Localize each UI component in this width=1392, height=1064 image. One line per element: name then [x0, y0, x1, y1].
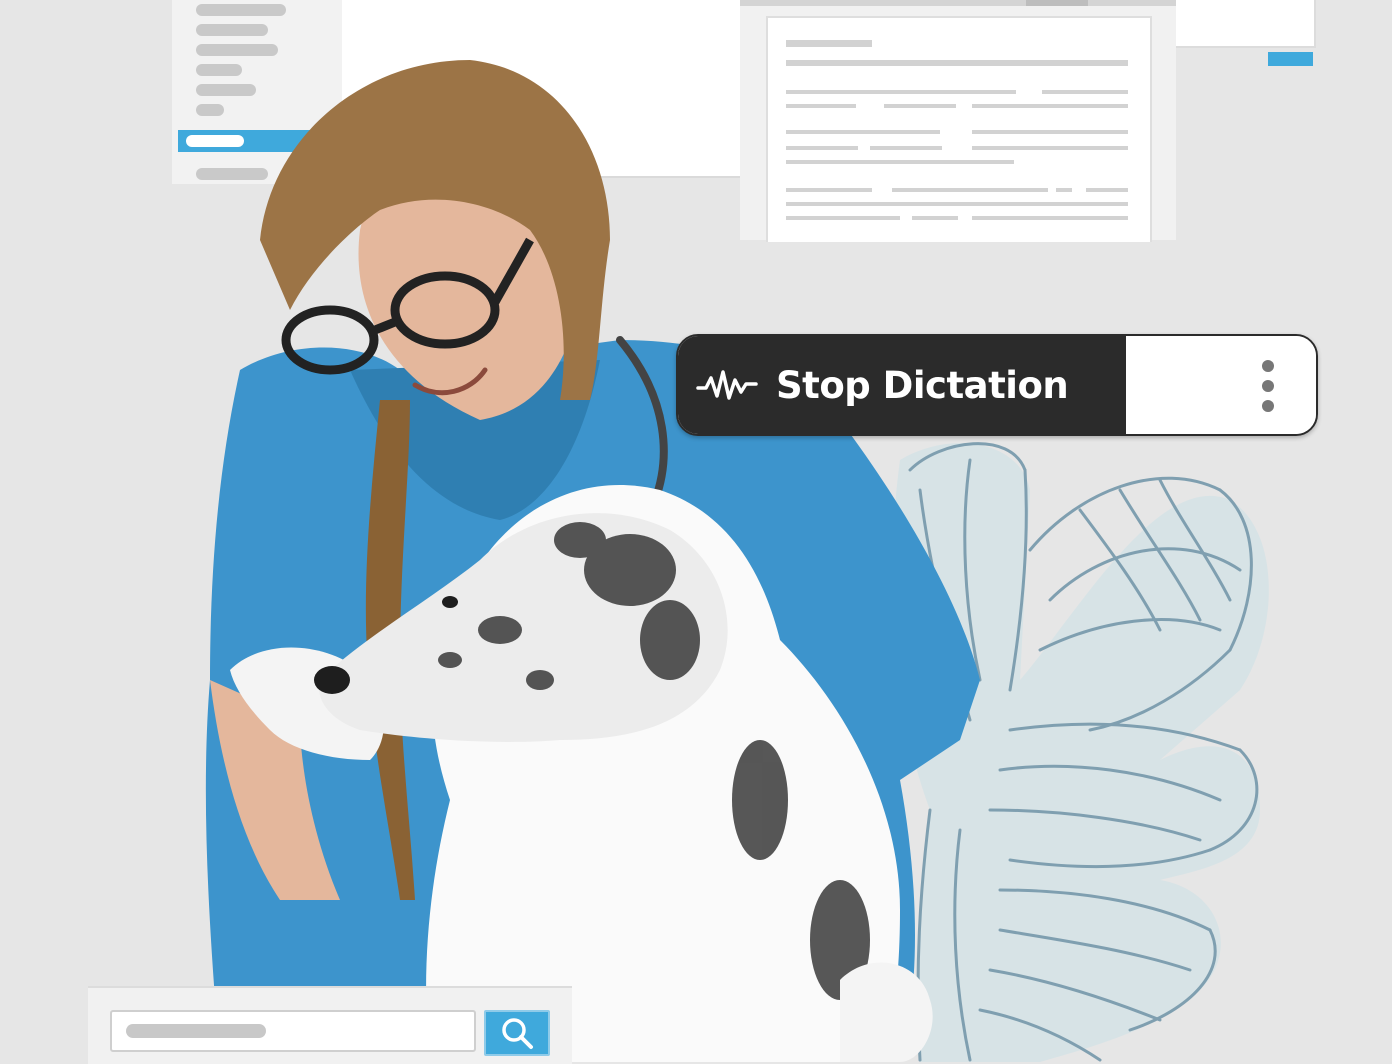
- search-button[interactable]: [484, 1010, 550, 1056]
- sidebar-skeleton-line: [196, 4, 286, 16]
- stop-dictation-bar[interactable]: Stop Dictation: [676, 334, 1318, 436]
- right-mock-accent: [1268, 52, 1313, 66]
- stop-dictation-label: Stop Dictation: [776, 363, 1069, 407]
- search-mock-panel: [88, 986, 572, 1064]
- right-mock-panel: [1176, 0, 1316, 48]
- sidebar-skeleton-line: [196, 24, 268, 36]
- waveform-icon: [696, 370, 758, 400]
- kebab-menu-icon[interactable]: [1260, 360, 1276, 412]
- search-input[interactable]: [110, 1010, 476, 1052]
- search-placeholder-skeleton: [126, 1024, 266, 1038]
- veterinarian-with-dog-photo: [205, 60, 980, 1062]
- search-icon: [502, 1018, 533, 1049]
- stop-dictation-button[interactable]: Stop Dictation: [678, 336, 1126, 434]
- dictation-menu-area[interactable]: [1126, 336, 1316, 434]
